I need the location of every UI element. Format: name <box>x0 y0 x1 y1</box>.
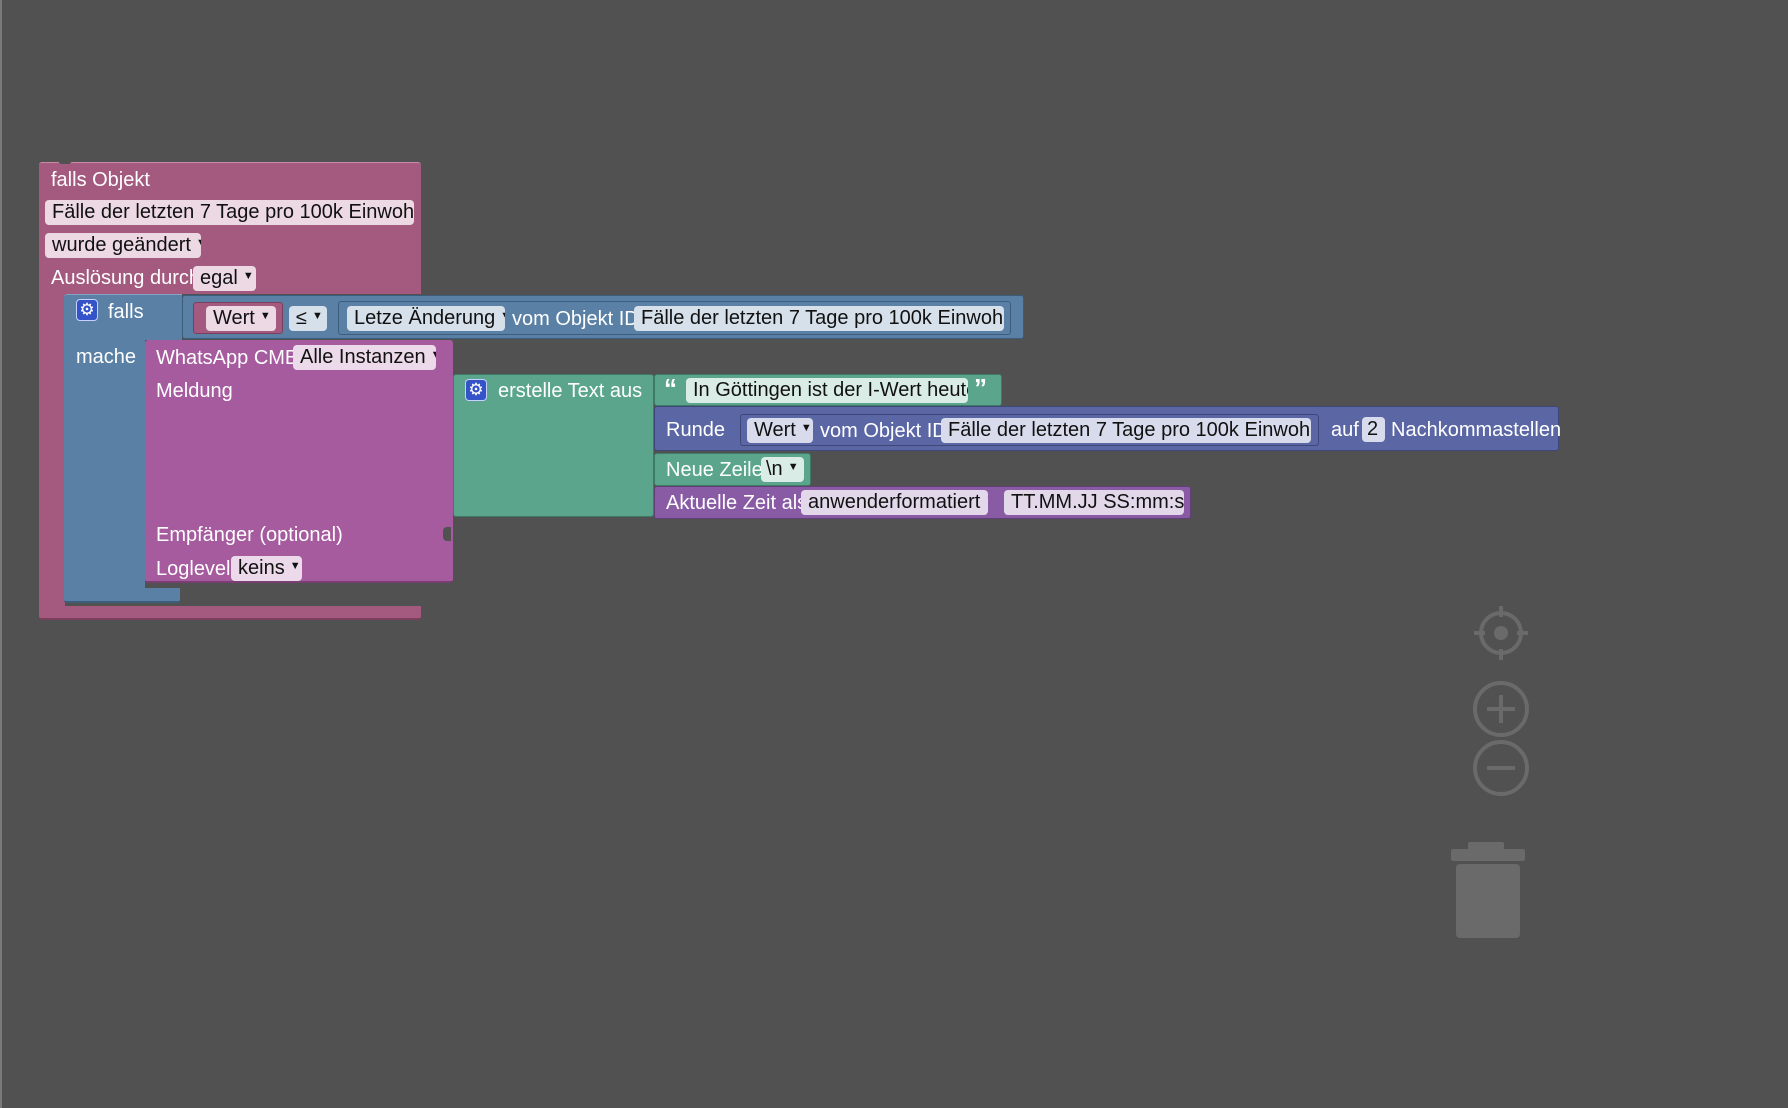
round-attribute-dropdown[interactable]: Wert ▼ <box>747 418 813 443</box>
time-format-dropdown[interactable]: anwenderformatiert▼ <box>801 490 988 515</box>
compare-operator-dropdown[interactable]: ≤ ▼ <box>289 306 327 331</box>
time-pattern-field[interactable]: TT.MM.JJ SS:mm:ss <box>1004 490 1184 515</box>
chevron-down-icon: ▼ <box>431 345 436 368</box>
time-label: Aktuelle Zeit als <box>666 492 808 514</box>
newline-label: Neue Zeile <box>666 459 763 481</box>
attribute-dropdown[interactable]: Letze Änderung▼ <box>347 306 505 331</box>
event-block-left-arm <box>39 294 65 606</box>
instance-dropdown[interactable]: Alle Instanzen▼ <box>293 345 436 370</box>
if-block-bottom <box>64 588 180 603</box>
trigger-condition-text: wurde geändert <box>52 234 191 256</box>
compare-object-id-text: Fälle der letzten 7 Tage pro 100k Einwoh… <box>641 307 1004 329</box>
time-format-text: anwenderformatiert <box>808 491 981 513</box>
round-suffix-label: Nachkommastellen <box>1391 419 1562 441</box>
time-pattern-text: TT.MM.JJ SS:mm:ss <box>1011 491 1184 513</box>
round-digits-text: 2 <box>1367 418 1379 440</box>
round-digits-field[interactable]: 2 <box>1362 417 1385 442</box>
trigger-object-id-field[interactable]: Fälle der letzten 7 Tage pro 100k Einwoh… <box>45 200 414 225</box>
trigger-by-dropdown[interactable]: egal ▼ <box>193 266 256 291</box>
open-quote-icon: “ <box>664 373 677 403</box>
round-to-label: auf <box>1331 419 1359 441</box>
round-object-id-text: Fälle der letzten 7 Tage pro 100k Einwoh… <box>948 419 1311 441</box>
of-object-label: vom Objekt ID <box>512 308 639 330</box>
newline-text: \n <box>766 458 783 480</box>
chevron-down-icon: ▼ <box>259 310 271 323</box>
event-block-notch <box>58 160 72 164</box>
whatsapp-title: WhatsApp CMB <box>156 347 299 369</box>
if-mutator-gear-icon[interactable]: ⚙ <box>76 299 98 321</box>
string-value-field[interactable]: In Göttingen ist der I-Wert heute: <box>686 378 968 403</box>
trash-icon[interactable] <box>1448 842 1528 940</box>
close-quote-icon: ” <box>974 373 987 403</box>
workspace-left-edge <box>0 0 2 1108</box>
chevron-down-icon: ▼ <box>311 310 323 323</box>
attribute-text: Letze Änderung <box>354 307 496 329</box>
blockly-workspace[interactable]: falls Objekt Fälle der letzten 7 Tage pr… <box>0 0 1788 1108</box>
round-of-object-label: vom Objekt ID <box>820 420 947 442</box>
if-block-left-arm <box>64 340 145 594</box>
message-label: Meldung <box>156 380 233 402</box>
center-workspace-icon[interactable] <box>1472 604 1530 662</box>
chevron-down-icon: ▼ <box>787 461 799 474</box>
if-label: falls <box>108 301 144 323</box>
event-title: falls Objekt <box>51 169 150 191</box>
trigger-object-id-text: Fälle der letzten 7 Tage pro 100k Einwoh… <box>52 201 414 223</box>
instance-text: Alle Instanzen <box>300 346 426 368</box>
recipient-input-socket[interactable] <box>443 527 451 541</box>
compare-operator-text: ≤ <box>296 307 307 329</box>
text-join-label: erstelle Text aus <box>498 380 643 402</box>
zoom-in-icon[interactable] <box>1472 680 1530 738</box>
zoom-out-icon[interactable] <box>1472 739 1530 797</box>
compare-object-id-field[interactable]: Fälle der letzten 7 Tage pro 100k Einwoh… <box>634 306 1004 331</box>
round-label: Runde <box>666 419 725 441</box>
trigger-condition-dropdown[interactable]: wurde geändert▼ <box>45 233 201 258</box>
chevron-down-icon: ▼ <box>242 270 254 283</box>
trigger-by-label: Auslösung durch <box>51 267 200 289</box>
chevron-down-icon: ▼ <box>985 490 988 513</box>
chevron-down-icon: ▼ <box>500 306 505 329</box>
string-value-text: In Göttingen ist der I-Wert heute: <box>693 379 968 401</box>
do-label: mache <box>76 346 137 368</box>
loglevel-dropdown[interactable]: keins ▼ <box>231 556 302 581</box>
compare-left-text: Wert <box>213 307 255 329</box>
newline-dropdown[interactable]: \n ▼ <box>761 457 804 482</box>
loglevel-label: Loglevel <box>156 558 231 580</box>
loglevel-text: keins <box>238 557 285 579</box>
recipient-label: Empfänger (optional) <box>156 524 343 546</box>
round-object-id-field[interactable]: Fälle der letzten 7 Tage pro 100k Einwoh… <box>941 418 1311 443</box>
text-join-mutator-gear-icon[interactable]: ⚙ <box>465 379 487 401</box>
chevron-down-icon: ▼ <box>800 422 812 435</box>
compare-left-dropdown[interactable]: Wert ▼ <box>206 306 276 331</box>
chevron-down-icon: ▼ <box>289 560 301 573</box>
trigger-by-text: egal <box>200 267 238 289</box>
chevron-down-icon: ▼ <box>196 233 201 256</box>
event-block-bottom <box>39 606 421 620</box>
round-attribute-text: Wert <box>754 419 796 441</box>
